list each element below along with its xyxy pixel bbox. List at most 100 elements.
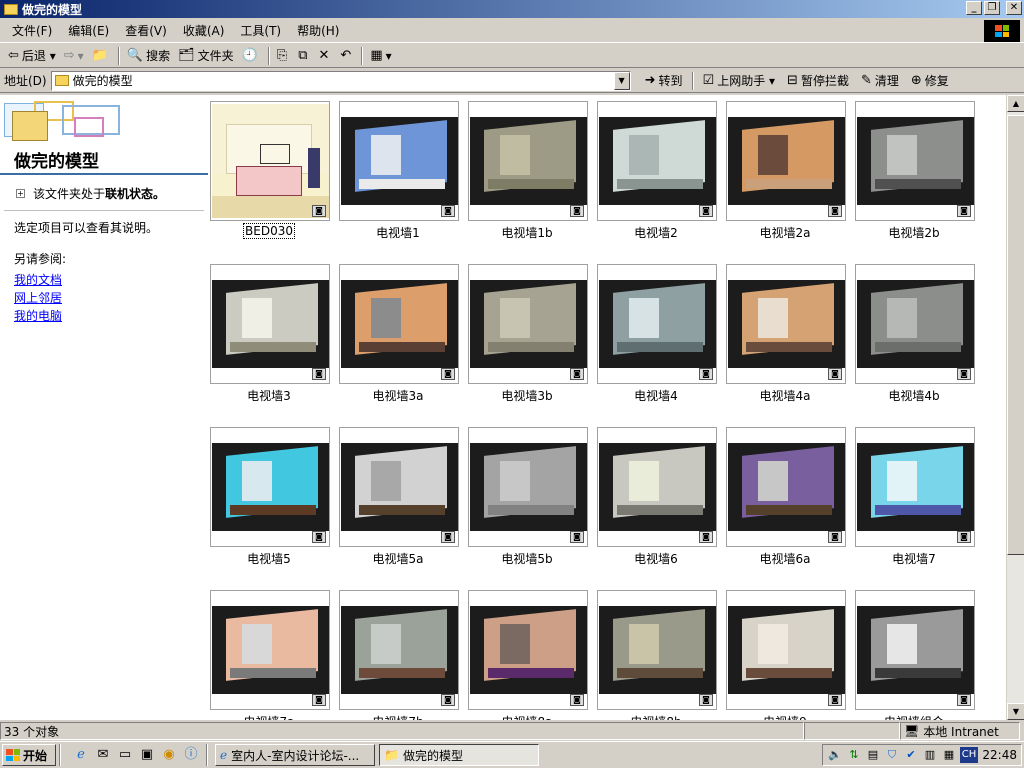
info-icon[interactable]: ⓘ [182, 746, 200, 764]
tray-app2-icon[interactable]: ▥ [922, 747, 938, 763]
thumbnail-image [470, 606, 587, 694]
thumbnail-item[interactable]: ◙ 电视墙2a [724, 98, 846, 240]
link-my-computer[interactable]: 我的电脑 [0, 307, 208, 325]
close-button[interactable]: ✕ [1006, 1, 1022, 15]
thumbnail-item[interactable]: ◙ 电视墙6a [724, 424, 846, 566]
thumbnail-image [728, 117, 845, 205]
thumbnail-item[interactable]: ◙ 电视墙5a [337, 424, 459, 566]
search-button[interactable]: 🔍 搜索 [123, 45, 174, 67]
thumbnail-item[interactable]: ◙电视墙9 [724, 587, 846, 720]
menu-edit[interactable]: 编辑(E) [60, 22, 117, 39]
cleanup-button[interactable]: ✎ 清理 [855, 70, 905, 92]
thumbnail-item[interactable]: ◙ 电视墙3a [337, 261, 459, 403]
thumbnail-item[interactable]: ◙ 电视墙5b [466, 424, 588, 566]
volume-icon[interactable]: 🔈 [827, 747, 843, 763]
expand-icon[interactable]: + [16, 189, 25, 198]
thumbnail-item[interactable]: ◙ 电视墙4a [724, 261, 846, 403]
history-button[interactable]: 🕘 [238, 45, 265, 67]
internet-helper-button[interactable]: ☑ 上网助手 ▾ [697, 70, 782, 92]
thumbnail-item[interactable]: ◙电视墙8b [595, 587, 717, 720]
helper-icon: ☑ [702, 73, 715, 88]
object-count: 33 个对象 [0, 722, 804, 740]
model-file-icon: ◙ [699, 694, 713, 706]
menu-favorites[interactable]: 收藏(A) [175, 22, 233, 39]
model-file-icon: ◙ [312, 694, 326, 706]
thumbnail-frame: ◙ [210, 590, 330, 710]
popup-block-button[interactable]: ⊟ 暂停拦截 [781, 70, 855, 92]
undo-button[interactable]: ↶ [336, 45, 358, 67]
back-button[interactable]: ⇦ 后退 ▾ [4, 45, 60, 67]
thumbnail-item[interactable]: ◙ 电视墙6 [595, 424, 717, 566]
model-file-icon: ◙ [828, 694, 842, 706]
thumbnail-item[interactable]: ◙电视墙8a [466, 587, 588, 720]
thumbnail-item[interactable]: ◙ 电视墙7 [853, 424, 975, 566]
folders-button[interactable]: 🗂 文件夹 [174, 45, 238, 67]
address-dropdown-button[interactable]: ▼ [613, 71, 630, 90]
up-folder-button[interactable]: 📁 [88, 45, 115, 67]
scroll-thumb[interactable] [1007, 115, 1024, 555]
views-icon: ▦ [370, 48, 383, 63]
player-icon[interactable]: ◉ [160, 746, 178, 764]
thumbnail-item[interactable]: ◙ 电视墙2b [853, 98, 975, 240]
copy-to-button[interactable]: ⧉ [294, 45, 314, 67]
delete-button[interactable]: ✕ [315, 45, 337, 67]
scroll-up-button[interactable]: ▲ [1007, 95, 1024, 112]
outlook-icon[interactable]: ✉ [94, 746, 112, 764]
thumbnail-frame: ◙ [855, 427, 975, 547]
task-folder-window[interactable]: 📁 做完的模型 [379, 744, 539, 766]
tray-app-icon[interactable]: ▤ [865, 747, 881, 763]
model-file-icon: ◙ [312, 205, 326, 217]
thumbnail-item[interactable]: ◙ 电视墙3 [208, 261, 330, 403]
vertical-scrollbar[interactable]: ▲ ▼ [1006, 95, 1024, 720]
thumbnail-item[interactable]: ◙电视墙7a [208, 587, 330, 720]
minimize-button[interactable]: _ [966, 1, 982, 15]
thumbnail-label: 电视墙9 [714, 713, 856, 720]
menu-view[interactable]: 查看(V) [117, 22, 175, 39]
thumbnail-item[interactable]: ◙ 电视墙4b [853, 261, 975, 403]
left-task-pane: 做完的模型 + 该文件夹处于 联机状态。 选定项目可以查看其说明。 另请参阅: 我… [0, 95, 208, 720]
thumbnail-label: 电视墙3a [372, 389, 424, 403]
tray-app3-icon[interactable]: ▦ [941, 747, 957, 763]
start-button[interactable]: 开始 [2, 744, 56, 766]
shield-icon[interactable]: ⛉ [884, 747, 900, 763]
thumbnail-item[interactable]: ◙ 电视墙1b [466, 98, 588, 240]
thumbnail-item[interactable]: ◙ 电视墙5 [208, 424, 330, 566]
thumbnail-frame: ◙ [597, 264, 717, 384]
ie-icon[interactable]: ℯ [72, 746, 90, 764]
task-forum-window[interactable]: ℯ 室内人-室内设计论坛-... [215, 744, 375, 766]
thumbnail-label: 电视墙5b [501, 552, 553, 566]
restore-button[interactable]: ❐ [984, 1, 1000, 15]
scroll-down-button[interactable]: ▼ [1007, 703, 1024, 720]
menu-help[interactable]: 帮助(H) [289, 22, 347, 39]
thumbnail-frame: ◙ [339, 264, 459, 384]
thumbnail-item[interactable]: ◙ 电视墙3b [466, 261, 588, 403]
forward-button[interactable]: ⇨ ▾ [60, 45, 88, 67]
thumbnail-item[interactable]: ◙电视墙7b [337, 587, 459, 720]
show-desktop-icon[interactable]: ▭ [116, 746, 134, 764]
thumbnail-frame: ◙ [339, 427, 459, 547]
views-button[interactable]: ▦ ▾ [366, 45, 395, 67]
thumbnail-item[interactable]: ◙ 电视墙2 [595, 98, 717, 240]
thumbnail-frame: ◙ [855, 590, 975, 710]
go-button[interactable]: ➜ 转到 [639, 70, 689, 92]
move-to-button[interactable]: ⎘ [273, 45, 294, 67]
link-network-places[interactable]: 网上邻居 [0, 289, 208, 307]
network-icon[interactable]: ⇅ [846, 747, 862, 763]
language-indicator[interactable]: CH [960, 747, 978, 763]
menu-file[interactable]: 文件(F) [4, 22, 60, 39]
media-icon[interactable]: ▣ [138, 746, 156, 764]
thumbnail-item[interactable]: ◙电视墙组合 [853, 587, 975, 720]
thumbnail-item[interactable]: ◙ 电视墙4 [595, 261, 717, 403]
thumbnail-label: 电视墙5a [372, 552, 424, 566]
thumbnail-image [212, 443, 329, 531]
thumbnail-item[interactable]: ◙ BED030 [208, 98, 330, 239]
model-file-icon: ◙ [441, 368, 455, 380]
history-icon: 🕘 [241, 48, 258, 63]
repair-button[interactable]: ⊕ 修复 [905, 70, 955, 92]
menu-tools[interactable]: 工具(T) [232, 22, 289, 39]
link-my-documents[interactable]: 我的文档 [0, 271, 208, 289]
model-file-icon: ◙ [828, 205, 842, 217]
thumbnail-item[interactable]: ◙ 电视墙1 [337, 98, 459, 240]
checkmark-icon[interactable]: ✔ [903, 747, 919, 763]
address-input[interactable]: 做完的模型 ▼ [50, 70, 631, 91]
